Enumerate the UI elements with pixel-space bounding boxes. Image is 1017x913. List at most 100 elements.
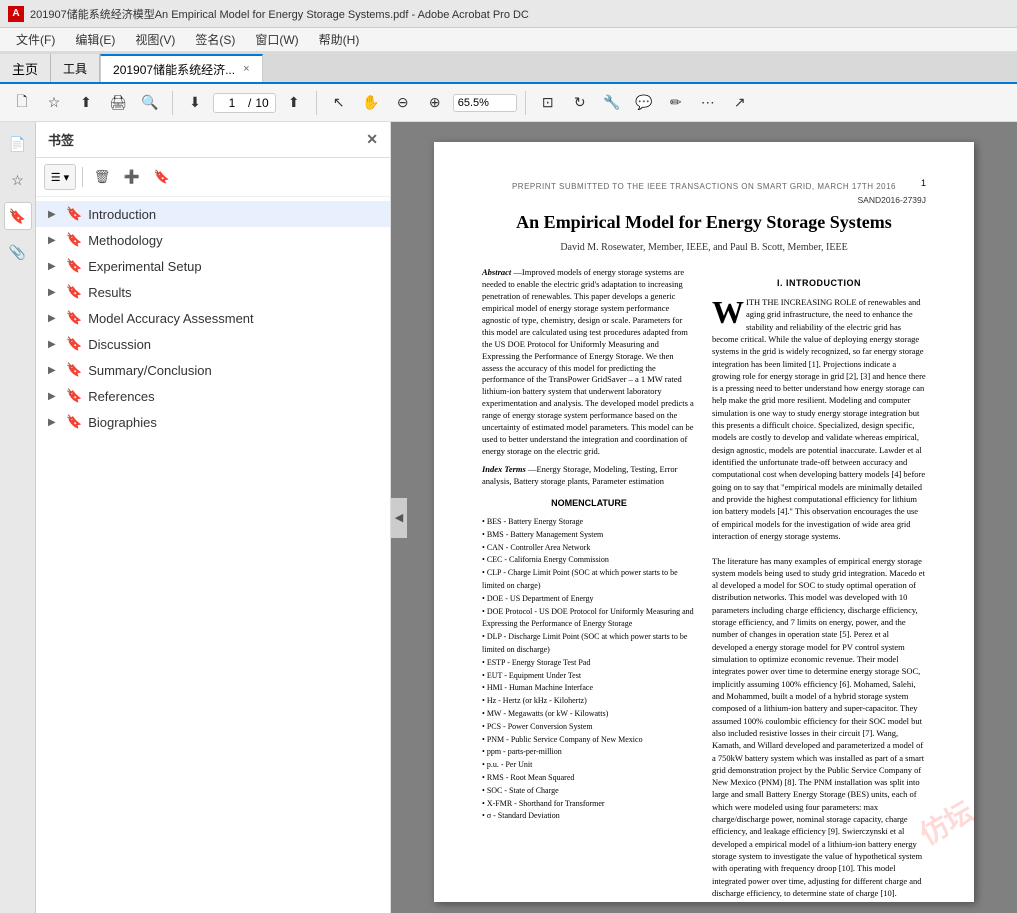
nom-item-clp: CLP - Charge Limit Point (SOC at which p…: [482, 567, 696, 593]
menu-view[interactable]: 视图(V): [127, 29, 183, 50]
more-tools-button[interactable]: ⋯: [694, 89, 722, 117]
bookmarks-list: ▶ 🔖 Introduction ▶ 🔖 Methodology ▶ 🔖 Exp…: [36, 197, 390, 913]
bookmark-methodology[interactable]: ▶ 🔖 Methodology: [36, 227, 390, 253]
nomenclature-list: BES - Battery Energy Storage BMS - Batte…: [482, 516, 696, 823]
comment-button[interactable]: 💬: [630, 89, 658, 117]
menu-sign[interactable]: 签名(S): [187, 29, 243, 50]
fit-page-button[interactable]: ⊡: [534, 89, 562, 117]
pdf-intro-text: W ITH THE INCREASING ROLE of renewables …: [712, 296, 926, 913]
bookmarks-header: 书签 ✕: [36, 122, 390, 158]
upload-button[interactable]: ⬆: [72, 89, 100, 117]
bookmark-summary[interactable]: ▶ 🔖 Summary/Conclusion: [36, 357, 390, 383]
separator-1: [172, 91, 173, 115]
bookmarks-title: 书签: [48, 130, 74, 149]
prev-page-button[interactable]: ⬇: [181, 89, 209, 117]
menu-window[interactable]: 窗口(W): [247, 29, 306, 50]
bookmark-discussion[interactable]: ▶ 🔖 Discussion: [36, 331, 390, 357]
menu-help[interactable]: 帮助(H): [311, 29, 368, 50]
pdf-abstract-label: Abstract: [482, 267, 511, 277]
nom-item-xfmr: X-FMR - Shorthand for Transformer: [482, 798, 696, 811]
bookmarks-view-dropdown[interactable]: ☰ ▾: [44, 164, 76, 190]
nom-item-ppm: ppm - parts-per-million: [482, 746, 696, 759]
tools-panel-button[interactable]: 🔧: [598, 89, 626, 117]
tab-close-button[interactable]: ×: [243, 63, 249, 75]
bookmark-add-button[interactable]: ➕: [119, 164, 145, 190]
bookmark-model-accuracy[interactable]: ▶ 🔖 Model Accuracy Assessment: [36, 305, 390, 331]
nom-item-estp: ESTP - Energy Storage Test Pad: [482, 657, 696, 670]
print-button[interactable]: 🖨: [104, 89, 132, 117]
menu-edit[interactable]: 编辑(E): [67, 29, 123, 50]
page-nav: / 10: [213, 93, 276, 113]
bm-label-discussion: Discussion: [88, 337, 151, 352]
sidebar-icon-pages[interactable]: 📄: [4, 130, 32, 158]
pdf-title: An Empirical Model for Energy Storage Sy…: [482, 211, 926, 234]
bookmarks-close-button[interactable]: ✕: [366, 131, 378, 148]
new-button[interactable]: 🗋: [8, 89, 36, 117]
bookmark-experimental-setup[interactable]: ▶ 🔖 Experimental Setup: [36, 253, 390, 279]
bookmark-introduction[interactable]: ▶ 🔖 Introduction: [36, 201, 390, 227]
nom-item-dlp: DLP - Discharge Limit Point (SOC at whic…: [482, 631, 696, 657]
search-button[interactable]: 🔍: [136, 89, 164, 117]
pen-button[interactable]: ✏: [662, 89, 690, 117]
page-input[interactable]: [220, 96, 244, 110]
bookmark-star-button[interactable]: ☆: [40, 89, 68, 117]
sidebar-icon-annotations[interactable]: 📎: [4, 238, 32, 266]
pdf-section-intro-title: I. INTRODUCTION: [712, 277, 926, 290]
bookmarks-panel: 书签 ✕ ☰ ▾ 🗑 ➕ 🔖 ▶ 🔖 Introduction ▶ 🔖 Meth…: [36, 122, 391, 913]
bm-label-summary: Summary/Conclusion: [88, 363, 212, 378]
pdf-viewer[interactable]: ◀ 1 PREPRINT SUBMITTED TO THE IEEE TRANS…: [391, 122, 1017, 913]
nom-item-rms: RMS - Root Mean Squared: [482, 772, 696, 785]
bookmark-delete-button[interactable]: 🗑: [89, 164, 115, 190]
pdf-columns: Abstract —Improved models of energy stor…: [482, 267, 926, 913]
zoom-out-button[interactable]: ⊖: [389, 89, 417, 117]
tab-home[interactable]: 主页: [0, 54, 51, 82]
pdf-page-number: 1: [921, 178, 926, 188]
bm-icon-introduction: 🔖: [66, 206, 82, 222]
bm-icon-methodology: 🔖: [66, 232, 82, 248]
nom-item-hmi: HMI - Human Machine Interface: [482, 682, 696, 695]
bm-icon-discussion: 🔖: [66, 336, 82, 352]
zoom-input[interactable]: [453, 94, 517, 112]
bookmark-biographies[interactable]: ▶ 🔖 Biographies: [36, 409, 390, 435]
share-button[interactable]: ↗: [726, 89, 754, 117]
nom-item-mw: MW - Megawatts (or kW - Kilowatts): [482, 708, 696, 721]
menu-file[interactable]: 文件(F): [8, 29, 63, 50]
pdf-page-1: 1 PREPRINT SUBMITTED TO THE IEEE TRANSAC…: [434, 142, 974, 902]
bookmark-options-button[interactable]: 🔖: [149, 164, 175, 190]
bm-icon-summary: 🔖: [66, 362, 82, 378]
drop-cap-w: W: [712, 300, 744, 324]
bm-arrow-methodology: ▶: [48, 235, 64, 246]
pdf-index-terms: Index Terms —Energy Storage, Modeling, T…: [482, 464, 696, 488]
sidebar-icon-bookmarks[interactable]: ☆: [4, 166, 32, 194]
tab-bar: 主页 工具 201907储能系统经济... ×: [0, 52, 1017, 84]
nom-item-cec: CEC - California Energy Commission: [482, 554, 696, 567]
hand-tool-button[interactable]: ✋: [357, 89, 385, 117]
collapse-panel-button[interactable]: ◀: [391, 498, 407, 538]
bm-icon-results: 🔖: [66, 284, 82, 300]
bm-arrow-discussion: ▶: [48, 339, 64, 350]
menu-bar: 文件(F) 编辑(E) 视图(V) 签名(S) 窗口(W) 帮助(H): [0, 28, 1017, 52]
nom-item-bes: BES - Battery Energy Storage: [482, 516, 696, 529]
tab-document[interactable]: 201907储能系统经济... ×: [100, 54, 262, 82]
pdf-preprint-header: PREPRINT SUBMITTED TO THE IEEE TRANSACTI…: [482, 182, 926, 191]
bm-label-model-accuracy: Model Accuracy Assessment: [88, 311, 253, 326]
nomenclature-title: NOMENCLATURE: [482, 497, 696, 510]
bm-label-results: Results: [88, 285, 131, 300]
nom-item-hz: Hz - Hertz (or kHz - Kilohertz): [482, 695, 696, 708]
rotate-button[interactable]: ↻: [566, 89, 594, 117]
pdf-intro-para1: W ITH THE INCREASING ROLE of renewables …: [712, 296, 926, 542]
bm-arrow-experimental: ▶: [48, 261, 64, 272]
nom-item-pcs: PCS - Power Conversion System: [482, 721, 696, 734]
main-content: 📄 ☆ 🔖 📎 书签 ✕ ☰ ▾ 🗑 ➕ 🔖 ▶ 🔖 Introduction …: [0, 122, 1017, 913]
tab-tools[interactable]: 工具: [51, 54, 100, 82]
sidebar-icon-bookmarks-active[interactable]: 🔖: [4, 202, 32, 230]
zoom-in-button[interactable]: ⊕: [421, 89, 449, 117]
cursor-tool-button[interactable]: ↖: [325, 89, 353, 117]
next-page-button[interactable]: ⬆: [280, 89, 308, 117]
nom-item-doe: DOE - US Department of Energy: [482, 593, 696, 606]
pdf-right-column: I. INTRODUCTION W ITH THE INCREASING ROL…: [712, 267, 926, 913]
bookmark-results[interactable]: ▶ 🔖 Results: [36, 279, 390, 305]
bm-icon-references: 🔖: [66, 388, 82, 404]
bookmark-references[interactable]: ▶ 🔖 References: [36, 383, 390, 409]
title-bar: A 201907储能系统经济模型An Empirical Model for E…: [0, 0, 1017, 28]
